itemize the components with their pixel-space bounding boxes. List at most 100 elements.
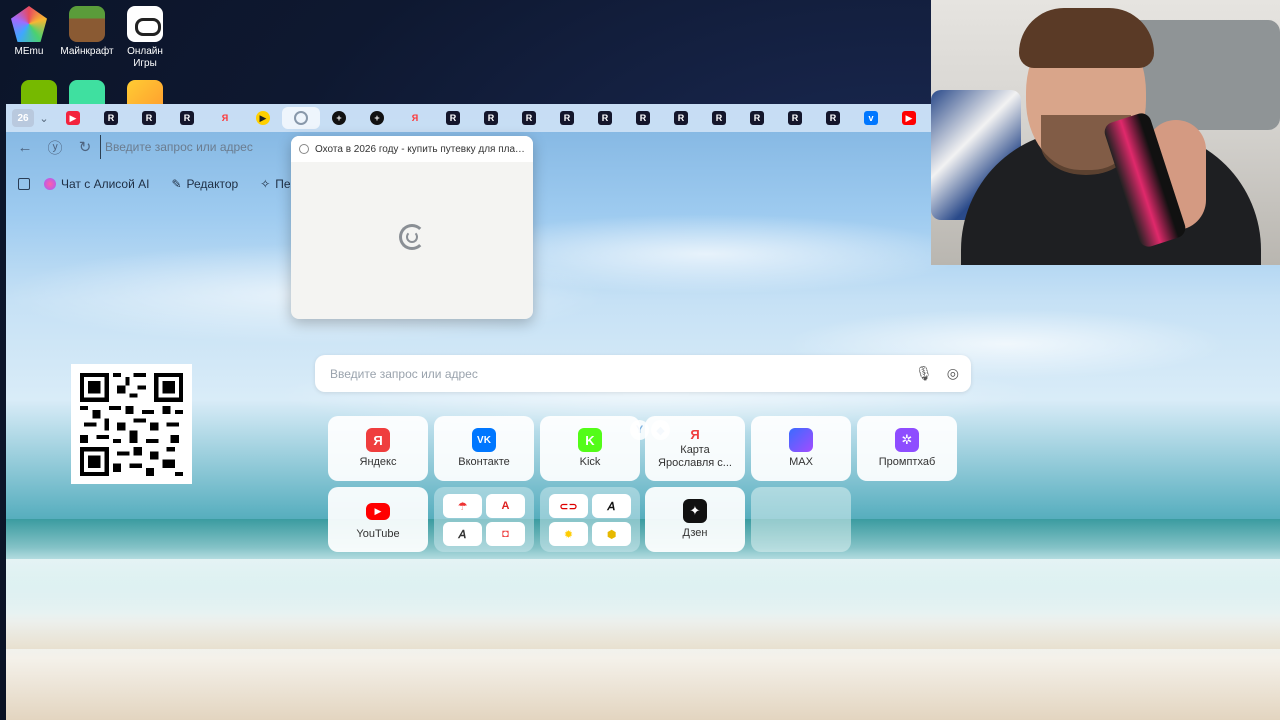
- tab[interactable]: R: [168, 107, 206, 129]
- yandex-favicon-icon: Я: [411, 113, 419, 123]
- tile-label: Дзен: [682, 527, 708, 539]
- memu-icon: [11, 6, 47, 42]
- tile-vkontakte[interactable]: VK Вконтакте: [434, 416, 534, 481]
- address-bar[interactable]: Введите запрос или адрес: [100, 135, 300, 159]
- desktop-icon-minecraft[interactable]: Майнкрафт: [59, 6, 115, 58]
- search-input[interactable]: Введите запрос или адрес 🎙 ◎: [315, 355, 971, 392]
- tab-active[interactable]: [282, 107, 320, 129]
- tab[interactable]: ▶: [890, 107, 928, 129]
- yandex-home-icon[interactable]: ⓨ: [40, 134, 70, 160]
- reload-icon[interactable]: ↻: [70, 134, 100, 160]
- background-surf: [6, 559, 1280, 649]
- rutube-favicon-icon: R: [180, 111, 194, 125]
- rutube-favicon-icon: R: [712, 111, 726, 125]
- tab[interactable]: R: [92, 107, 130, 129]
- tile-yaroslavl-map[interactable]: Я Карта Ярославля с...: [645, 416, 745, 481]
- bookmark-third[interactable]: ✧ Пе: [260, 177, 290, 191]
- side-panel-icon[interactable]: [18, 178, 30, 190]
- umbrella-icon: ☂: [443, 494, 482, 518]
- tab[interactable]: R: [776, 107, 814, 129]
- tile-folder[interactable]: ☂ A 𝘈 ◘: [434, 487, 534, 552]
- desktop-icon-label: MEmu: [14, 46, 44, 57]
- rutube-favicon-icon: R: [522, 111, 536, 125]
- tab[interactable]: +: [358, 107, 396, 129]
- bookmark-label: Чат с Алисой AI: [61, 177, 150, 191]
- youtube-icon: ▶: [366, 503, 390, 520]
- tile-label: Яндекс: [359, 456, 397, 468]
- loading-g-icon: [406, 231, 418, 243]
- desktop-icon-online-games[interactable]: Онлайн Игры: [117, 6, 173, 70]
- sparkle-icon: ✧: [260, 177, 271, 191]
- search-placeholder: Введите запрос или адрес: [330, 366, 478, 381]
- bookmark-alice[interactable]: Чат с Алисой AI: [44, 177, 149, 191]
- yandex-favicon-icon: Я: [221, 113, 229, 123]
- kick-icon: K: [578, 428, 602, 452]
- tab[interactable]: R: [130, 107, 168, 129]
- bookmark-label: Редактор: [186, 177, 239, 191]
- tab[interactable]: R: [814, 107, 852, 129]
- tile-empty[interactable]: [751, 487, 851, 552]
- tile-label: YouTube: [356, 528, 400, 540]
- qr-code-image: [80, 373, 183, 476]
- rutube-favicon-icon: R: [446, 111, 460, 125]
- rutube-favicon-icon: R: [788, 111, 802, 125]
- desktop-icon-label: Майнкрафт: [60, 46, 114, 57]
- tab[interactable]: ▶: [244, 107, 282, 129]
- tab[interactable]: R: [434, 107, 472, 129]
- tile-folder[interactable]: ⊂⊃ 𝘈 ✹ ⬢: [540, 487, 640, 552]
- app-icon: A: [486, 494, 525, 518]
- tab[interactable]: v: [852, 107, 890, 129]
- tile-youtube[interactable]: ▶ YouTube: [328, 487, 428, 552]
- rutube-favicon-icon: R: [674, 111, 688, 125]
- rutube-favicon-icon: R: [484, 111, 498, 125]
- tab-preview-title: Охота в 2026 году - купить путевку для п…: [315, 143, 525, 155]
- rutube-favicon-icon: R: [560, 111, 574, 125]
- youtube-favicon-icon: ▶: [66, 111, 80, 125]
- gamepad-icon: [127, 6, 163, 42]
- microphone-icon[interactable]: 🎙: [915, 365, 933, 382]
- play-favicon-icon: ▶: [256, 111, 270, 125]
- background-waves: [6, 519, 1280, 559]
- dzen-icon: ✦: [683, 499, 707, 523]
- glasses-icon: ⊂⊃: [549, 494, 588, 518]
- rutube-favicon-icon: R: [104, 111, 118, 125]
- max-icon: [789, 428, 813, 452]
- tab[interactable]: R: [738, 107, 776, 129]
- chevron-down-icon[interactable]: ⌄: [34, 109, 54, 127]
- qr-code: [71, 364, 192, 484]
- tab[interactable]: R: [624, 107, 662, 129]
- rutube-favicon-icon: R: [636, 111, 650, 125]
- tile-label: MAX: [789, 456, 813, 468]
- tab[interactable]: R: [700, 107, 738, 129]
- rutube-favicon-icon: R: [598, 111, 612, 125]
- tab-preview-popup[interactable]: Охота в 2026 году - купить путевку для п…: [291, 136, 533, 319]
- tab[interactable]: ▶: [54, 107, 92, 129]
- tab[interactable]: Я: [206, 107, 244, 129]
- tab-counter[interactable]: 26: [12, 109, 34, 127]
- loading-icon: [299, 144, 309, 154]
- tab[interactable]: R: [662, 107, 700, 129]
- tab[interactable]: R: [472, 107, 510, 129]
- camera-search-icon[interactable]: ◎: [947, 365, 959, 382]
- tile-label: Kick: [579, 456, 601, 468]
- yandex-icon: Я: [366, 428, 390, 452]
- pen-icon: ✎: [171, 177, 182, 191]
- desktop-icon-memu[interactable]: MEmu: [1, 6, 57, 58]
- tab[interactable]: R: [548, 107, 586, 129]
- tab[interactable]: R: [586, 107, 624, 129]
- vk-favicon-icon: v: [864, 111, 878, 125]
- tile-yandex[interactable]: Я Яндекс: [328, 416, 428, 481]
- tile-prompthub[interactable]: ✲ Промптхаб: [857, 416, 957, 481]
- back-arrow-icon[interactable]: ←: [10, 134, 40, 160]
- tab[interactable]: Я: [396, 107, 434, 129]
- tab[interactable]: +: [320, 107, 358, 129]
- bookmark-editor[interactable]: ✎ Редактор: [171, 177, 238, 191]
- tile-max[interactable]: MAX: [751, 416, 851, 481]
- alice-icon: [44, 178, 56, 190]
- tab[interactable]: R: [510, 107, 548, 129]
- youtube-favicon-icon: ▶: [902, 111, 916, 125]
- lightning-icon: 𝘈: [592, 494, 631, 518]
- tile-dzen[interactable]: ✦ Дзен: [645, 487, 745, 552]
- prompthub-icon: ✲: [895, 428, 919, 452]
- tile-kick[interactable]: K Kick: [540, 416, 640, 481]
